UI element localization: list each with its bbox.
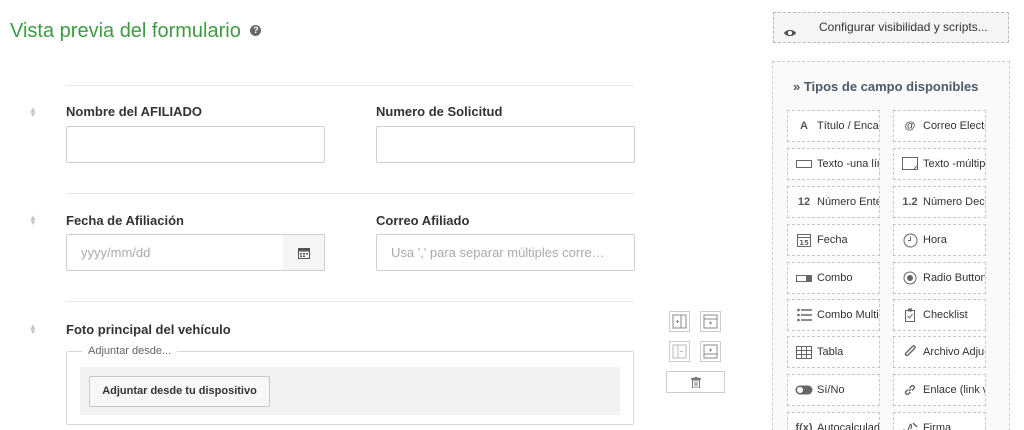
add-row-above-icon xyxy=(703,314,718,329)
field-type-5[interactable]: 1.2 Número Decimal xyxy=(893,186,986,218)
eye-icon xyxy=(783,21,797,50)
attach-legend: Adjuntar desde... xyxy=(82,345,178,357)
drag-handle-icon[interactable]: ▲ ▼ xyxy=(29,106,37,119)
delete-row-button[interactable] xyxy=(666,371,725,393)
configure-visibility-button[interactable]: Configurar visibilidad y scripts... xyxy=(773,12,1009,43)
field-type-label: Correo Electrónico xyxy=(923,120,985,132)
row-separator xyxy=(66,193,634,194)
field-type-11[interactable]: Checklist xyxy=(893,299,986,331)
field-label-correo: Correo Afiliado xyxy=(376,213,470,228)
field-label-foto: Foto principal del vehículo xyxy=(66,322,231,337)
add-row-below-button[interactable] xyxy=(700,341,721,362)
fecha-afiliacion-input[interactable]: yyyy/mm/dd xyxy=(66,234,284,271)
list-icon xyxy=(795,307,813,323)
toggle-icon xyxy=(795,382,813,398)
add-column-left-button[interactable] xyxy=(669,341,690,362)
checklist-icon xyxy=(901,307,919,323)
field-type-label: Enlace (link web) xyxy=(923,384,985,396)
field-type-9[interactable]: Radio Button xyxy=(893,262,986,294)
field-type-12[interactable]: Tabla xyxy=(787,336,880,368)
row-separator xyxy=(66,85,634,86)
field-type-label: Número Decimal xyxy=(923,196,985,208)
field-label-nombre: Nombre del AFILIADO xyxy=(66,104,203,119)
drag-handle-icon[interactable]: ▲ ▼ xyxy=(29,214,37,227)
field-type-glyph-icon: 12 xyxy=(797,196,811,208)
field-type-16[interactable]: f(x) Autocalculado xyxy=(787,412,880,430)
page-title: Vista previa del formulario ? xyxy=(10,20,262,43)
field-label-fecha: Fecha de Afiliación xyxy=(66,213,184,228)
paperclip-icon xyxy=(901,344,919,360)
field-type-label: Tabla xyxy=(817,346,844,358)
field-type-0[interactable]: A Título / Encabezado xyxy=(787,110,880,142)
field-type-label: Título / Encabezado xyxy=(817,120,879,132)
field-label-solicitud: Numero de Solicitud xyxy=(376,104,503,119)
add-column-right-button[interactable] xyxy=(669,311,690,332)
field-type-label: Hora xyxy=(923,234,947,246)
combo-icon xyxy=(795,270,813,286)
field-type-14[interactable]: Sí/No xyxy=(787,374,880,406)
field-type-2[interactable]: Texto -una línea xyxy=(787,148,880,180)
drag-handle-icon[interactable]: ▲ ▼ xyxy=(29,323,37,336)
field-type-1[interactable]: @ Correo Electrónico xyxy=(893,110,986,142)
add-row-above-button[interactable] xyxy=(700,311,721,332)
numero-solicitud-input[interactable] xyxy=(376,126,635,163)
field-type-6[interactable]: 15 Fecha xyxy=(787,224,880,256)
trash-icon xyxy=(690,376,701,388)
table-icon xyxy=(795,344,813,360)
correo-afiliado-input[interactable]: Usa ',' para separar múltiples corre… xyxy=(376,234,635,271)
field-type-label: Radio Button xyxy=(923,272,986,284)
field-type-17[interactable]: Firma xyxy=(893,412,986,430)
calendar-picker-button[interactable] xyxy=(283,234,325,271)
configure-visibility-label: Configurar visibilidad y scripts... xyxy=(819,20,988,34)
field-type-4[interactable]: 12 Número Entero xyxy=(787,186,880,218)
field-type-8[interactable]: Combo xyxy=(787,262,880,294)
add-column-right-icon xyxy=(672,314,687,329)
field-types-title: » Tipos de campo disponibles xyxy=(793,79,979,94)
textarea-icon xyxy=(901,156,919,172)
field-type-glyph-icon: A xyxy=(800,120,808,132)
attach-from-device-button[interactable]: Adjuntar desde tu dispositivo xyxy=(89,376,270,407)
field-type-label: Autocalculado xyxy=(817,422,880,430)
radio-icon xyxy=(901,270,919,286)
page-title-text: Vista previa del formulario xyxy=(10,20,241,42)
add-row-below-icon xyxy=(703,344,718,359)
field-type-glyph-icon: f(x) xyxy=(795,422,813,430)
row-separator xyxy=(66,301,634,302)
help-icon[interactable]: ? xyxy=(250,25,262,37)
field-type-13[interactable]: Archivo Adjunto xyxy=(893,336,986,368)
field-type-label: Combo Multiple xyxy=(817,309,879,321)
field-type-label: Firma xyxy=(923,422,952,430)
field-type-label: Número Entero xyxy=(817,196,879,208)
clock-icon xyxy=(901,232,919,248)
calendar-icon: 15 xyxy=(795,232,813,248)
add-column-left-icon xyxy=(672,344,687,359)
signature-icon xyxy=(901,420,919,430)
field-type-label: Archivo Adjunto xyxy=(923,346,985,358)
field-type-15[interactable]: Enlace (link web) xyxy=(893,374,986,406)
svg-text:15: 15 xyxy=(799,239,809,247)
field-type-label: Fecha xyxy=(817,234,848,246)
field-type-label: Sí/No xyxy=(817,384,845,396)
link-icon xyxy=(901,382,919,398)
calendar-icon xyxy=(297,247,310,259)
field-type-label: Combo xyxy=(817,272,853,284)
field-type-label: Texto -una línea xyxy=(817,158,879,170)
field-type-label: Texto -múltiples líneas xyxy=(923,158,986,170)
field-type-glyph-icon: @ xyxy=(904,120,916,132)
nombre-afiliado-input[interactable] xyxy=(66,126,325,163)
field-type-10[interactable]: Combo Multiple xyxy=(787,299,880,331)
field-type-7[interactable]: Hora xyxy=(893,224,986,256)
field-type-3[interactable]: Texto -múltiples líneas xyxy=(893,148,986,180)
field-type-label: Checklist xyxy=(923,309,968,321)
text-line-icon xyxy=(795,156,813,172)
field-type-glyph-icon: 1.2 xyxy=(902,196,918,208)
